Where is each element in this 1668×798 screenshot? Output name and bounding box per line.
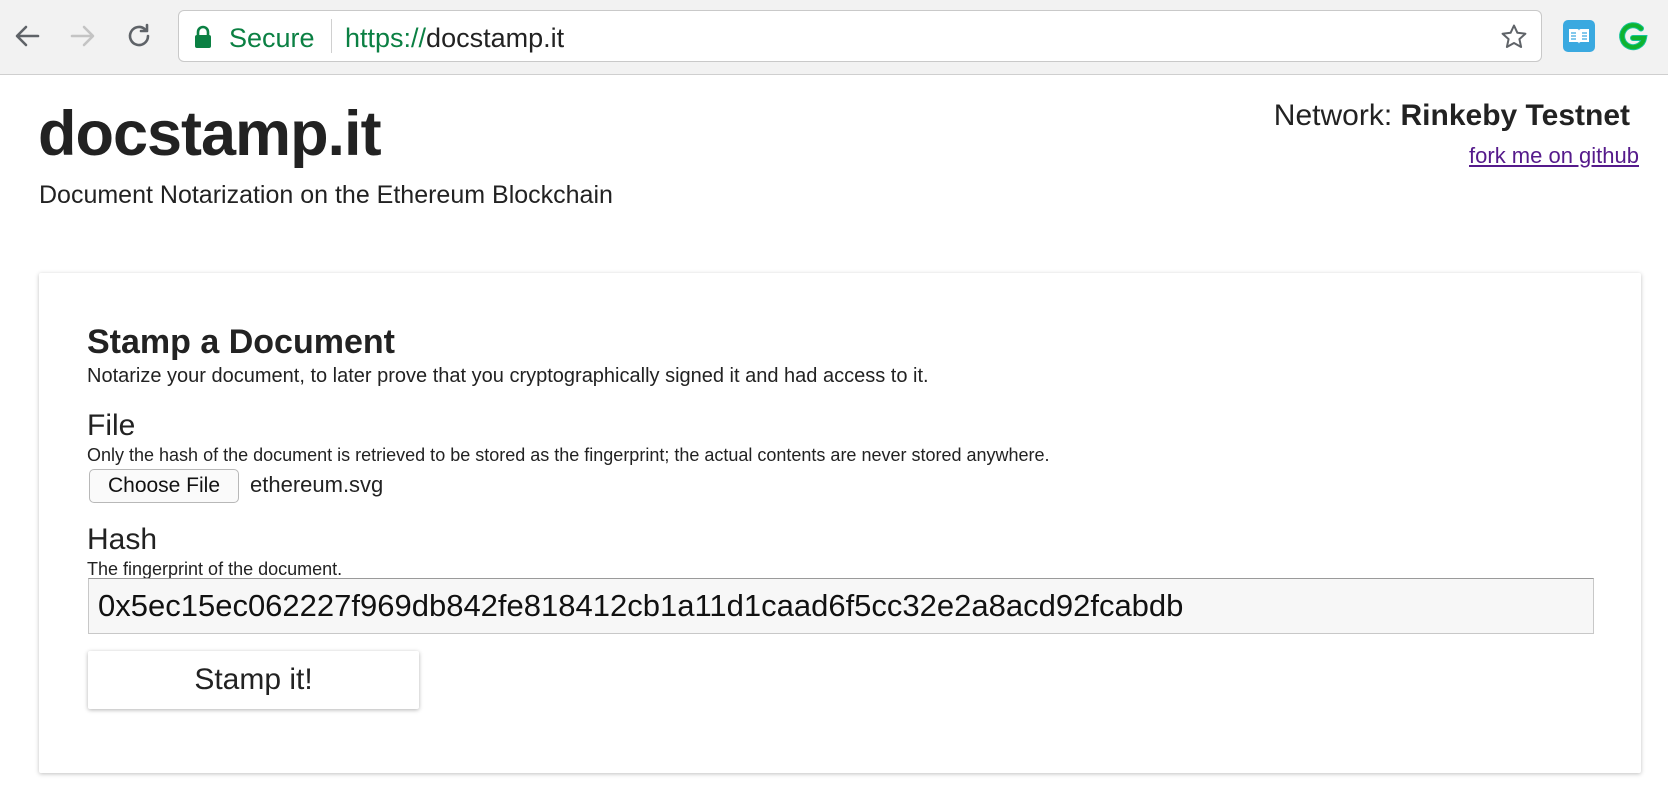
site-title: docstamp.it [38,99,382,169]
hash-label: Hash [87,523,158,556]
reload-icon[interactable] [122,19,156,53]
forward-arrow-icon[interactable] [66,19,100,53]
github-link[interactable]: fork me on github [1469,143,1639,169]
secure-label: Secure [229,23,315,53]
url-scheme: https:// [345,23,427,53]
choose-file-button[interactable]: Choose File [89,469,239,503]
hash-help-text: The fingerprint of the document. [87,559,343,579]
network-indicator: Network: Rinkeby Testnet [1274,99,1630,133]
bookmark-star-icon[interactable] [1499,22,1529,52]
url-text[interactable]: https://docstamp.it [345,23,564,54]
file-help-text: Only the hash of the document is retriev… [87,445,1050,465]
stamp-card: Stamp a Document Notarize your document,… [39,273,1641,773]
reader-extension-icon[interactable] [1562,19,1596,53]
address-bar[interactable]: Secure https://docstamp.it [178,10,1542,62]
card-title: Stamp a Document [87,323,395,361]
file-label: File [87,409,136,442]
back-arrow-icon[interactable] [10,19,44,53]
site-subtitle: Document Notarization on the Ethereum Bl… [39,181,613,209]
url-host: docstamp.it [426,23,565,53]
network-label: Network: [1273,99,1393,132]
card-description: Notarize your document, to later prove t… [87,365,929,387]
network-value: Rinkeby Testnet [1400,99,1631,132]
address-divider [331,19,332,53]
stamp-it-button[interactable]: Stamp it! [88,651,419,709]
lock-icon [195,25,211,48]
grammarly-extension-icon[interactable] [1616,19,1650,53]
hash-field[interactable]: 0x5ec15ec062227f969db842fe818412cb1a11d1… [88,578,1594,634]
selected-file-name: ethereum.svg [250,472,384,497]
browser-toolbar: Secure https://docstamp.it [0,0,1668,75]
